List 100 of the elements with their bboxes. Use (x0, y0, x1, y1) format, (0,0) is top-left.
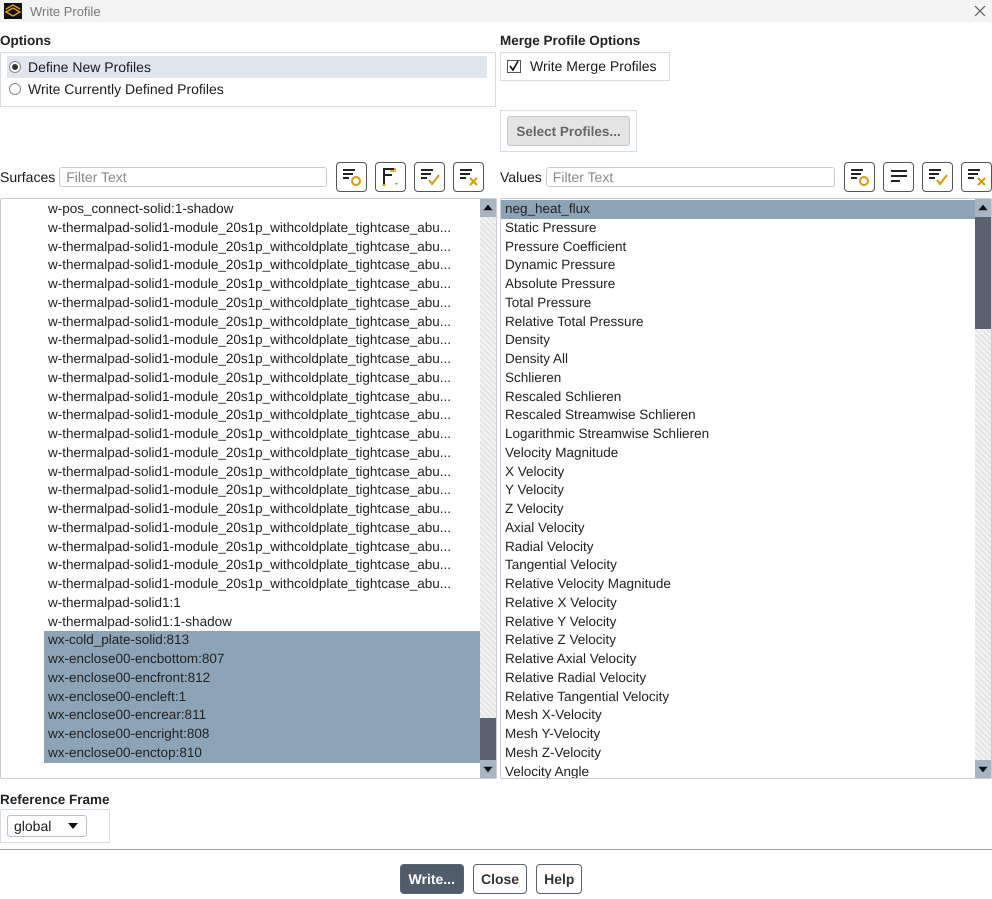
close-icon[interactable] (974, 5, 986, 17)
caret-icon (68, 823, 78, 829)
list-item[interactable]: w-thermalpad-solid1-module_20s1p_withcoldplate_tightcase_abu... (44, 218, 480, 238)
list-item[interactable]: wx-enclose00-encright:808 (44, 725, 480, 744)
dialog-button[interactable]: Help (536, 864, 582, 894)
list-item[interactable]: Density (501, 331, 975, 350)
list-item[interactable]: w-thermalpad-solid1-module_20s1p_withcoldplate_tightcase_abu... (44, 538, 480, 556)
scroll-thumb[interactable] (975, 217, 991, 329)
list-item[interactable]: w-pos_connect-solid:1-shadow (44, 200, 480, 219)
list-item[interactable]: w-thermalpad-solid1-module_20s1p_withcoldplate_tightcase_abu... (44, 575, 480, 594)
list-button[interactable] (375, 162, 406, 192)
list-item[interactable]: w-thermalpad-solid1-module_20s1p_withcoldplate_tightcase_abu... (44, 275, 480, 294)
list-item[interactable]: Pressure Coefficient (501, 238, 975, 256)
group-label: Reference Frame (0, 791, 111, 809)
list-item[interactable]: Radial Velocity (501, 538, 975, 556)
list-item[interactable]: w-thermalpad-solid1-module_20s1p_withcoldplate_tightcase_abu... (44, 556, 480, 575)
list-item[interactable]: Relative Tangential Velocity (501, 688, 975, 706)
list-item[interactable]: Density All (501, 350, 975, 369)
list-item[interactable]: Static Pressure (501, 218, 975, 238)
list-item[interactable]: Mesh X-Velocity (501, 706, 975, 725)
list-item[interactable]: Relative Axial Velocity (501, 650, 975, 669)
list-item[interactable]: X Velocity (501, 462, 975, 482)
check-all-button[interactable] (922, 162, 953, 192)
list-item[interactable]: w-thermalpad-solid1-module_20s1p_withcoldplate_tightcase_abu... (44, 256, 480, 275)
list-item[interactable]: wx-cold_plate-solid:813 (44, 631, 480, 650)
list-cross-icon (966, 167, 988, 187)
scroll-up-icon[interactable] (480, 199, 496, 217)
list-button[interactable] (883, 162, 914, 192)
list-item[interactable]: wx-enclose00-enctop:810 (44, 744, 480, 762)
list-item[interactable]: Total Pressure (501, 294, 975, 312)
list-item[interactable]: wx-enclose00-encbottom:807 (44, 650, 480, 669)
list-item[interactable]: w-thermalpad-solid1-module_20s1p_withcoldplate_tightcase_abu... (44, 350, 480, 369)
select-profiles-button[interactable]: Select Profiles... (507, 116, 630, 146)
list-item[interactable]: wx-enclose00-encfront:812 (44, 668, 480, 688)
list-item[interactable]: w-thermalpad-solid1-module_20s1p_withcoldplate_tightcase_abu... (44, 518, 480, 538)
list-item[interactable]: Relative Z Velocity (501, 631, 975, 650)
list-check-icon (926, 167, 948, 187)
list-item[interactable]: Dynamic Pressure (501, 256, 975, 275)
scroll-down-icon[interactable] (975, 760, 991, 778)
list-item[interactable]: Absolute Pressure (501, 275, 975, 294)
select-all-button[interactable] (844, 162, 875, 192)
list-item[interactable]: w-thermalpad-solid1-module_20s1p_withcoldplate_tightcase_abu... (44, 425, 480, 444)
list-item[interactable]: Relative Y Velocity (501, 612, 975, 632)
radio-option[interactable]: Write Currently Defined Profiles (7, 78, 487, 100)
list-item[interactable]: Relative Radial Velocity (501, 668, 975, 688)
scroll-thumb[interactable] (480, 718, 496, 760)
list-item[interactable]: Schlieren (501, 368, 975, 388)
list-item[interactable]: w-thermalpad-solid1:1-shadow (44, 612, 480, 632)
list-item[interactable]: Relative Total Pressure (501, 312, 975, 332)
dialog-button[interactable]: Write... (400, 864, 464, 894)
list-item[interactable]: Z Velocity (501, 500, 975, 519)
list-item[interactable]: Rescaled Streamwise Schlieren (501, 406, 975, 425)
list-item[interactable]: w-thermalpad-solid1-module_20s1p_withcoldplate_tightcase_abu... (44, 444, 480, 462)
list-item[interactable]: w-thermalpad-solid1-module_20s1p_withcoldplate_tightcase_abu... (44, 481, 480, 500)
list-item[interactable]: Mesh Z-Velocity (501, 744, 975, 762)
check-all-button[interactable] (414, 162, 446, 192)
group-label: Merge Profile Options (500, 32, 642, 50)
write-merge-checkbox[interactable]: Write Merge Profiles (507, 58, 665, 74)
list-item[interactable]: neg_heat_flux (501, 200, 975, 219)
list-item[interactable]: Rescaled Schlieren (501, 388, 975, 406)
list-label: Values (500, 169, 542, 185)
list-item[interactable]: w-thermalpad-solid1-module_20s1p_withcoldplate_tightcase_abu... (44, 388, 480, 406)
scrollbar[interactable] (975, 199, 991, 778)
list-item[interactable]: Relative Velocity Magnitude (501, 575, 975, 594)
select-all-button[interactable] (336, 162, 368, 192)
list-item[interactable]: Mesh Y-Velocity (501, 725, 975, 744)
list-item[interactable]: w-thermalpad-solid1-module_20s1p_withcoldplate_tightcase_abu... (44, 238, 480, 256)
list-circle-icon (340, 167, 363, 187)
list-item[interactable]: w-thermalpad-solid1:1 (44, 594, 480, 612)
list-item[interactable]: w-thermalpad-solid1-module_20s1p_withcoldplate_tightcase_abu... (44, 462, 480, 482)
list-item[interactable]: Relative X Velocity (501, 594, 975, 612)
list-item[interactable]: w-thermalpad-solid1-module_20s1p_withcoldplate_tightcase_abu... (44, 312, 480, 332)
list-item[interactable]: w-thermalpad-solid1-module_20s1p_withcoldplate_tightcase_abu... (44, 406, 480, 425)
filter-field[interactable]: Filter Text (59, 167, 328, 187)
list-item[interactable]: Tangential Velocity (501, 556, 975, 575)
clear-all-button[interactable] (453, 162, 484, 192)
scroll-down-icon[interactable] (480, 760, 496, 778)
list-item[interactable]: Logarithmic Streamwise Schlieren (501, 425, 975, 444)
list-item[interactable]: w-thermalpad-solid1-module_20s1p_withcoldplate_tightcase_abu... (44, 294, 480, 312)
list-item[interactable]: w-thermalpad-solid1-module_20s1p_withcoldplate_tightcase_abu... (44, 500, 480, 519)
group-label: Options (0, 32, 52, 50)
list-item[interactable]: wx-enclose00-encleft:1 (44, 688, 480, 706)
check-icon (508, 60, 520, 72)
list-item[interactable]: w-thermalpad-solid1-module_20s1p_withcoldplate_tightcase_abu... (44, 331, 480, 350)
scrollbar[interactable] (480, 199, 496, 778)
dialog-button[interactable]: Close (472, 864, 528, 894)
scroll-up-icon[interactable] (975, 199, 991, 217)
list-item[interactable]: Axial Velocity (501, 518, 975, 538)
radio-option[interactable]: Define New Profiles (7, 56, 487, 78)
reference-frame-dropdown[interactable]: global (7, 815, 87, 837)
list-item[interactable]: wx-enclose00-encrear:811 (44, 706, 480, 725)
clear-all-button[interactable] (961, 162, 992, 192)
list-item[interactable]: w-thermalpad-solid1-module_20s1p_withcoldplate_tightcase_abu... (44, 368, 480, 388)
list-item[interactable]: Y Velocity (501, 481, 975, 500)
list-label: Surfaces (0, 169, 56, 185)
list-item[interactable]: Velocity Angle (501, 762, 975, 778)
list-cross-icon (458, 167, 480, 187)
list-item[interactable]: Velocity Magnitude (501, 444, 975, 462)
filter-field[interactable]: Filter Text (546, 167, 835, 187)
app-logo-icon (4, 3, 22, 19)
